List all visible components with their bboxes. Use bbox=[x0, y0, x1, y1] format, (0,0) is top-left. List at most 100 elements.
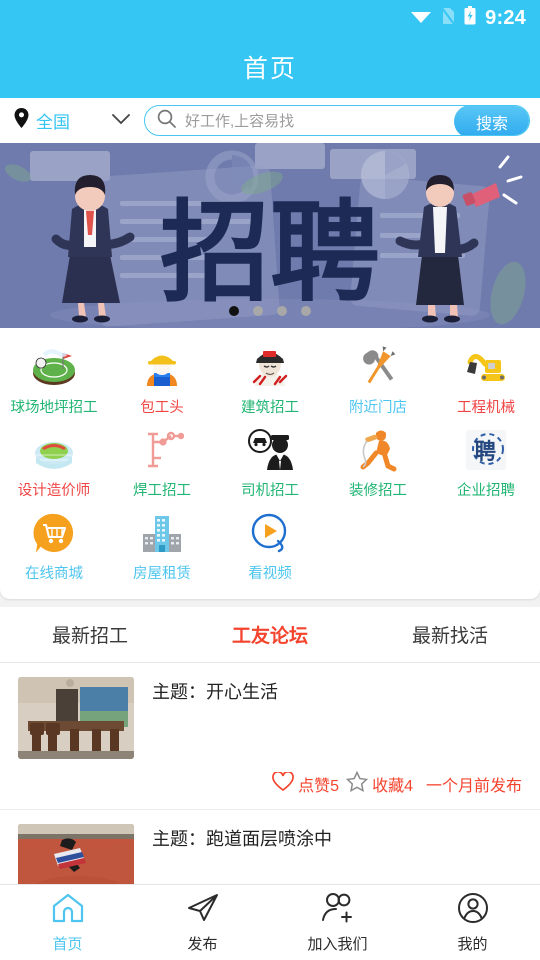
page-header: 首页 bbox=[0, 36, 540, 98]
search-icon bbox=[157, 109, 176, 133]
category-label: 看视频 bbox=[248, 566, 292, 582]
battery-charging-icon bbox=[464, 6, 476, 30]
page-title: 首页 bbox=[242, 55, 297, 83]
location-selector[interactable]: 全国 bbox=[14, 108, 144, 133]
nav-item-profile[interactable]: 我的 bbox=[405, 885, 540, 960]
category-label: 企业招聘 bbox=[457, 483, 515, 499]
carousel-dot[interactable] bbox=[301, 306, 311, 316]
heart-icon bbox=[272, 770, 295, 797]
paper-plane-icon bbox=[186, 892, 220, 929]
tab-worker-forum[interactable]: 工友论坛 bbox=[180, 621, 360, 648]
post-title: 主题：开心生活 bbox=[152, 682, 278, 702]
bottom-navigation: 首页 发布 加入我们 我的 bbox=[0, 884, 540, 960]
stadium-design-icon bbox=[30, 426, 78, 474]
category-label: 附近门店 bbox=[349, 400, 407, 416]
status-bar: 9:24 bbox=[0, 0, 540, 36]
foreman-helmet-icon bbox=[138, 343, 186, 391]
category-label: 焊工招工 bbox=[133, 483, 191, 499]
decorator-spray-icon bbox=[354, 426, 402, 474]
nav-label: 加入我们 bbox=[307, 935, 368, 953]
category-item-house-rent[interactable]: 房屋租赁 bbox=[108, 504, 216, 587]
tab-latest-jobs[interactable]: 最新招工 bbox=[0, 621, 180, 648]
post-time-label: 一个月前发布 bbox=[425, 778, 522, 795]
category-label: 工程机械 bbox=[457, 400, 515, 416]
category-label: 建筑招工 bbox=[241, 400, 299, 416]
like-count-label: 点赞5 bbox=[298, 778, 340, 795]
tools-wrench-plier-icon bbox=[354, 343, 402, 391]
app-root: 9:24 首页 全国 好工作,上容易找 搜索 招聘 球场地坪招工 包工头 建筑招… bbox=[0, 0, 540, 960]
status-time: 9:24 bbox=[485, 7, 526, 29]
post-list: 主题：开心生活 点赞5 收藏4 一个月前发布 主题：跑道面层喷涂中 bbox=[0, 663, 540, 884]
category-item-cost-designer[interactable]: 设计造价师 bbox=[0, 421, 108, 504]
carousel-dots[interactable] bbox=[0, 306, 540, 316]
svg-text:聘: 聘 bbox=[474, 439, 496, 464]
user-circle-icon bbox=[456, 892, 490, 929]
category-row: 在线商城 房屋租赁 看视频 bbox=[0, 504, 540, 587]
category-item-enterprise-hire[interactable]: 聘 企业招聘 bbox=[432, 421, 540, 504]
home-icon bbox=[51, 892, 85, 929]
banner-headline: 招聘 bbox=[160, 192, 380, 315]
category-item-decoration[interactable]: 装修招工 bbox=[324, 421, 432, 504]
category-item-construction[interactable]: 建筑招工 bbox=[216, 338, 324, 421]
location-label: 全国 bbox=[36, 113, 70, 132]
category-label: 球场地坪招工 bbox=[10, 400, 98, 416]
nav-label: 发布 bbox=[187, 935, 218, 953]
category-item-machinery[interactable]: 工程机械 bbox=[432, 338, 540, 421]
add-people-icon bbox=[320, 892, 356, 929]
post-meta: 点赞5 收藏4 一个月前发布 bbox=[18, 770, 522, 801]
content-tabs: 最新招工 工友论坛 最新找活 bbox=[0, 607, 540, 663]
category-row: 球场地坪招工 包工头 建筑招工 附近门店 工程机械 bbox=[0, 338, 540, 421]
carousel-dot[interactable] bbox=[277, 306, 287, 316]
excavator-icon bbox=[462, 343, 510, 391]
post-thumbnail bbox=[18, 677, 134, 759]
tab-latest-seeking[interactable]: 最新找活 bbox=[360, 621, 540, 648]
search-bar: 全国 好工作,上容易找 搜索 bbox=[0, 98, 540, 143]
enterprise-hire-icon: 聘 bbox=[462, 426, 510, 474]
category-item-online-mall[interactable]: 在线商城 bbox=[0, 504, 108, 587]
building-rent-icon bbox=[138, 509, 186, 557]
category-label: 在线商城 bbox=[25, 566, 83, 582]
post-title: 主题：跑道面层喷涂中 bbox=[152, 829, 332, 849]
shopping-cart-icon bbox=[30, 509, 78, 557]
wifi-icon bbox=[410, 8, 432, 29]
category-item-foreman[interactable]: 包工头 bbox=[108, 338, 216, 421]
driver-icon bbox=[246, 426, 294, 474]
star-icon bbox=[345, 770, 369, 797]
list-item[interactable]: 主题：跑道面层喷涂中 bbox=[0, 810, 540, 884]
sim-off-icon bbox=[441, 6, 455, 30]
nav-item-publish[interactable]: 发布 bbox=[135, 885, 270, 960]
category-grid: 球场地坪招工 包工头 建筑招工 附近门店 工程机械 设计造价师 焊工招工 司机招… bbox=[0, 328, 540, 599]
category-item-welder[interactable]: 焊工招工 bbox=[108, 421, 216, 504]
category-item-ballfield[interactable]: 球场地坪招工 bbox=[0, 338, 108, 421]
category-label: 装修招工 bbox=[349, 483, 407, 499]
category-label: 司机招工 bbox=[241, 483, 299, 499]
location-pin-icon bbox=[14, 108, 29, 133]
robotic-arm-icon bbox=[138, 426, 186, 474]
construction-worker-icon bbox=[246, 343, 294, 391]
search-placeholder: 好工作,上容易找 bbox=[185, 113, 295, 130]
carousel-dot[interactable] bbox=[229, 306, 239, 316]
carousel-dot[interactable] bbox=[253, 306, 263, 316]
like-button[interactable]: 点赞5 bbox=[272, 770, 340, 797]
category-label: 房屋租赁 bbox=[133, 566, 191, 582]
category-row: 设计造价师 焊工招工 司机招工 装修招工 聘 企业招聘 bbox=[0, 421, 540, 504]
list-item[interactable]: 主题：开心生活 点赞5 收藏4 一个月前发布 bbox=[0, 663, 540, 810]
nav-label: 首页 bbox=[52, 935, 83, 953]
sports-field-icon bbox=[30, 343, 78, 391]
category-item-nearby-store[interactable]: 附近门店 bbox=[324, 338, 432, 421]
post-thumbnail bbox=[18, 824, 134, 884]
nav-label: 我的 bbox=[457, 935, 488, 953]
nav-item-home[interactable]: 首页 bbox=[0, 885, 135, 960]
promo-banner-carousel[interactable]: 招聘 bbox=[0, 143, 540, 328]
favorite-button[interactable]: 收藏4 bbox=[345, 770, 413, 797]
favorite-count-label: 收藏4 bbox=[372, 778, 413, 795]
search-input-wrap[interactable]: 好工作,上容易找 搜索 bbox=[144, 105, 530, 136]
category-item-driver[interactable]: 司机招工 bbox=[216, 421, 324, 504]
category-label: 设计造价师 bbox=[17, 483, 91, 499]
play-video-icon bbox=[246, 509, 294, 557]
search-button[interactable]: 搜索 bbox=[454, 106, 529, 135]
banner-illustration: 招聘 bbox=[0, 143, 540, 328]
nav-item-join-us[interactable]: 加入我们 bbox=[270, 885, 405, 960]
category-item-watch-video[interactable]: 看视频 bbox=[216, 504, 324, 587]
chevron-down-icon[interactable] bbox=[112, 112, 130, 130]
